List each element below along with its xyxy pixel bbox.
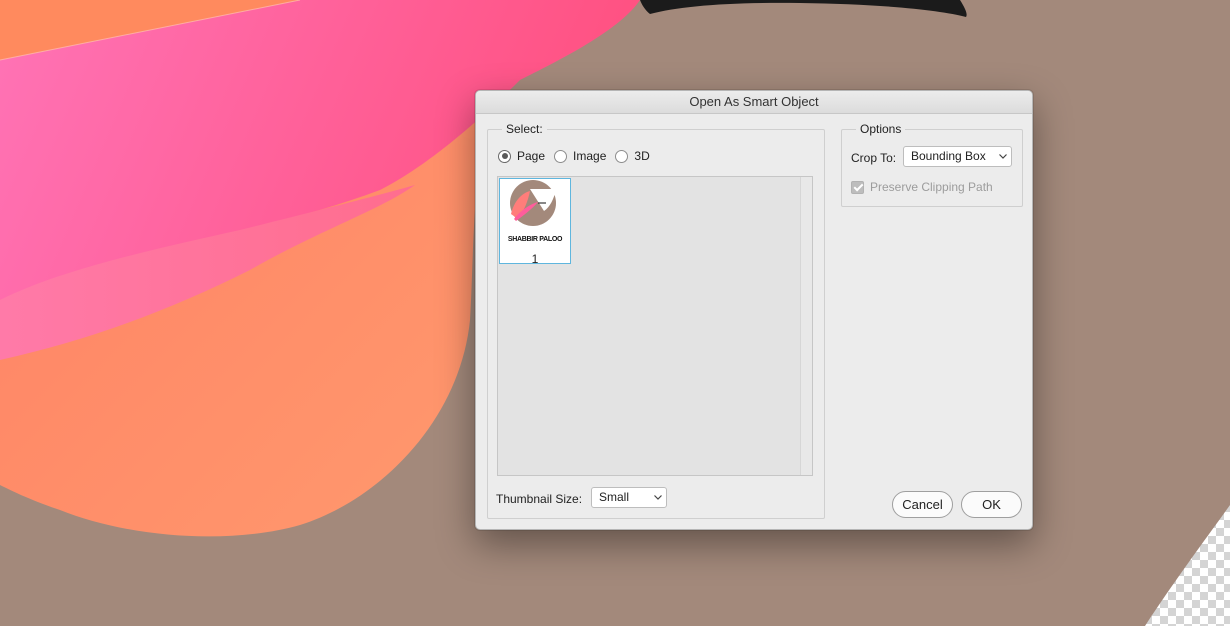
select-groupbox: Select: Page Image 3D SHABBIR PALOO 1 Th… <box>487 122 825 519</box>
ok-button[interactable]: OK <box>961 491 1022 518</box>
page-thumbnail-image <box>500 179 570 239</box>
radio-image-button[interactable] <box>554 149 568 163</box>
page-thumbnail[interactable]: SHABBIR PALOO 1 <box>499 178 571 266</box>
dialog-title: Open As Smart Object <box>476 91 1032 114</box>
crop-to-select[interactable]: Bounding Box <box>903 146 1012 167</box>
radio-3d[interactable]: 3D <box>615 149 650 163</box>
thumbnail-size-value: Small <box>599 490 630 504</box>
preserve-clipping-path-checkbox[interactable] <box>851 180 864 194</box>
options-group-label: Options <box>856 122 906 136</box>
crop-to-label: Crop To: <box>851 151 897 165</box>
crop-to-value: Bounding Box <box>911 149 986 163</box>
chevron-down-icon <box>999 154 1007 159</box>
options-groupbox: Options Crop To: Bounding Box Preserve C… <box>841 122 1023 207</box>
thumbnail-size-select[interactable]: Small <box>591 487 667 508</box>
select-group-label: Select: <box>502 122 547 136</box>
page-thumbnail-number: 1 <box>531 252 539 266</box>
radio-page[interactable]: Page <box>498 149 545 163</box>
page-thumbnail-list[interactable]: SHABBIR PALOO 1 <box>497 176 813 476</box>
page-thumbnail-caption: SHABBIR PALOO <box>507 236 563 243</box>
radio-page-label: Page <box>517 149 546 163</box>
open-as-smart-object-dialog: Open As Smart Object Select: Page Image … <box>475 90 1033 530</box>
radio-3d-button[interactable] <box>615 149 629 163</box>
radio-3d-label: 3D <box>634 149 650 163</box>
preserve-clipping-path-label: Preserve Clipping Path <box>870 180 993 194</box>
thumbnail-scrollbar[interactable] <box>800 177 812 475</box>
chevron-down-icon <box>654 495 662 500</box>
radio-page-button[interactable] <box>498 149 511 163</box>
thumbnail-size-label: Thumbnail Size: <box>496 492 583 506</box>
preserve-clipping-path-option[interactable]: Preserve Clipping Path <box>851 180 993 194</box>
radio-image[interactable]: Image <box>554 149 606 163</box>
radio-image-label: Image <box>573 149 607 163</box>
select-radio-group: Page Image 3D <box>498 149 659 163</box>
cancel-button[interactable]: Cancel <box>892 491 953 518</box>
